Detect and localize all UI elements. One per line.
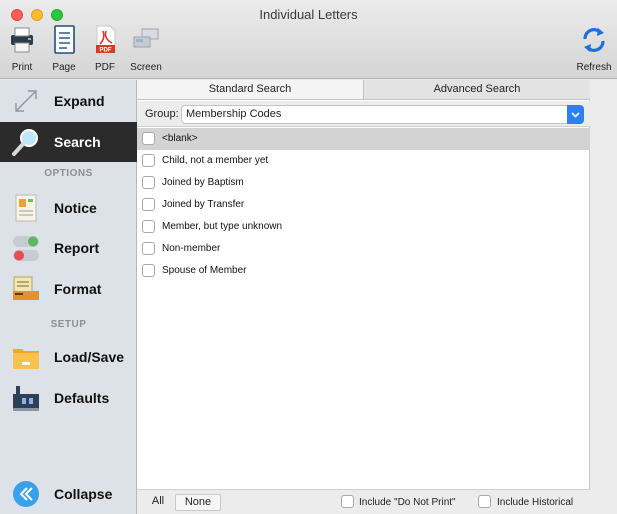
checkbox[interactable]: [142, 176, 155, 189]
window-title: Individual Letters: [259, 7, 358, 22]
list-item[interactable]: Non-member: [137, 238, 590, 260]
list-item-label: Joined by Transfer: [162, 199, 245, 210]
search-tabs: Standard Search Advanced Search: [137, 80, 590, 100]
select-all-button[interactable]: All: [147, 494, 169, 511]
chevron-down-icon: [571, 112, 580, 118]
list-item-label: Child, not a member yet: [162, 155, 269, 166]
pdf-label: PDF: [95, 62, 115, 73]
list-item-label: <blank>: [162, 133, 198, 144]
collapse-label: Collapse: [54, 486, 113, 502]
page-icon: [54, 25, 75, 54]
list-item-label: Joined by Baptism: [162, 177, 244, 188]
printer-icon: [11, 27, 33, 53]
format-icon: [13, 276, 39, 300]
checkbox[interactable]: [142, 220, 155, 233]
list-item-label: Spouse of Member: [162, 265, 247, 276]
list-item-label: Non-member: [162, 243, 221, 254]
refresh-icon: [583, 28, 605, 52]
notice-icon: [15, 194, 37, 222]
include-do-not-print-checkbox[interactable]: [341, 495, 354, 508]
right-margin: [591, 80, 617, 514]
sidebar-item-load-save[interactable]: Load/Save: [0, 337, 137, 377]
page-label: Page: [52, 62, 76, 73]
pdf-button[interactable]: PDF PDF: [88, 25, 122, 75]
pdf-icon: PDF: [96, 25, 116, 55]
group-label: Group:: [145, 108, 179, 120]
expand-icon: [15, 90, 37, 112]
footer-bar: All None Include "Do Not Print" Include …: [137, 489, 590, 514]
checkbox[interactable]: [142, 264, 155, 277]
list-item[interactable]: Joined by Baptism: [137, 172, 590, 194]
setup-heading: SETUP: [50, 319, 87, 330]
include-historical-checkbox[interactable]: [478, 495, 491, 508]
folder-icon: [13, 349, 39, 369]
list-item[interactable]: Member, but type unknown: [137, 216, 590, 238]
select-caret[interactable]: [567, 105, 584, 124]
toggle-switches-icon: [13, 236, 39, 261]
defaults-label: Defaults: [54, 390, 110, 406]
membership-code-list: <blank> Child, not a member yet Joined b…: [137, 128, 590, 282]
magnifier-icon: [12, 129, 38, 156]
tab-advanced-search[interactable]: Advanced Search: [363, 80, 590, 99]
titlebar: Individual Letters Print Page PDF PDF Sc…: [0, 0, 617, 79]
group-select-value: Membership Codes: [186, 108, 282, 120]
print-button[interactable]: Print: [5, 25, 39, 75]
tab-standard-search[interactable]: Standard Search: [137, 80, 363, 99]
expand-label: Expand: [54, 93, 105, 109]
sidebar-item-report[interactable]: Report: [0, 228, 137, 268]
checkbox[interactable]: [142, 242, 155, 255]
list-item[interactable]: Spouse of Member: [137, 260, 590, 282]
checkbox[interactable]: [142, 198, 155, 211]
checkbox[interactable]: [142, 132, 155, 145]
print-label: Print: [11, 62, 33, 73]
include-do-not-print-label: Include "Do Not Print": [359, 497, 456, 508]
list-item-label: Member, but type unknown: [162, 221, 283, 232]
notice-label: Notice: [54, 200, 97, 216]
app-window: Individual Letters Print Page PDF PDF Sc…: [0, 0, 617, 514]
sidebar-item-format[interactable]: Format: [0, 269, 137, 309]
sidebar-item-search[interactable]: Search: [0, 122, 137, 162]
report-label: Report: [54, 240, 100, 256]
refresh-button[interactable]: Refresh: [572, 25, 616, 75]
list-item[interactable]: Joined by Transfer: [137, 194, 590, 216]
page-button[interactable]: Page: [47, 25, 81, 75]
screen-icon: [133, 28, 159, 48]
list-item[interactable]: Child, not a member yet: [137, 150, 590, 172]
sidebar-item-defaults[interactable]: Defaults: [0, 378, 137, 418]
format-label: Format: [54, 281, 102, 297]
list-item[interactable]: <blank>: [137, 128, 590, 150]
select-none-button[interactable]: None: [175, 494, 221, 511]
include-historical-label: Include Historical: [497, 497, 574, 508]
collapse-chevrons-icon: [13, 481, 39, 507]
pdf-badge-text: PDF: [100, 48, 112, 54]
group-select[interactable]: Membership Codes: [181, 105, 584, 124]
sidebar: Expand Search OPTIONS Notice Report Form…: [0, 80, 137, 514]
sidebar-item-notice[interactable]: Notice: [0, 188, 137, 228]
options-heading: OPTIONS: [44, 168, 93, 179]
search-label: Search: [54, 134, 101, 150]
checkbox[interactable]: [142, 154, 155, 167]
screen-button[interactable]: Screen: [124, 25, 168, 75]
group-row: Group: Membership Codes: [137, 101, 590, 127]
refresh-label: Refresh: [576, 62, 612, 73]
load-save-label: Load/Save: [54, 349, 125, 365]
screen-label: Screen: [130, 62, 162, 73]
sidebar-item-expand[interactable]: Expand: [0, 81, 137, 121]
factory-icon: [13, 386, 39, 411]
sidebar-item-collapse[interactable]: Collapse: [0, 474, 137, 514]
main-panel: Standard Search Advanced Search Group: M…: [137, 80, 590, 514]
